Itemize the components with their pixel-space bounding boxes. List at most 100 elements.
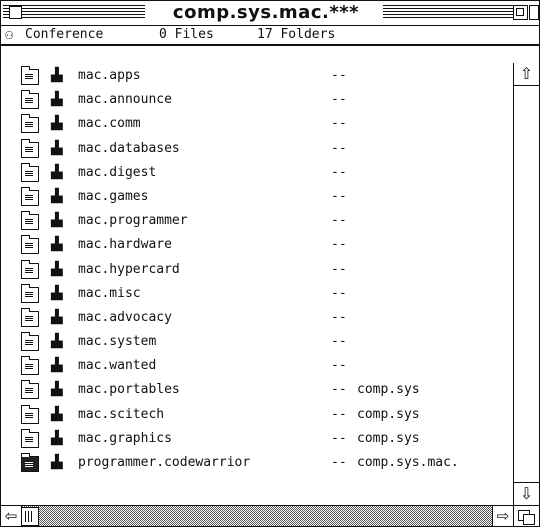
- item-name: mac.portables: [78, 382, 180, 398]
- item-name: mac.hypercard: [78, 261, 180, 277]
- folder-icon: [21, 66, 39, 85]
- grabber-icon: ▟▖: [51, 188, 67, 204]
- list-item[interactable]: ▟▖ mac.programmer --: [1, 209, 513, 233]
- item-name: mac.advocacy: [78, 309, 172, 325]
- title-stripes-left: [3, 5, 145, 20]
- close-box[interactable]: [9, 6, 22, 19]
- folder-icon: [21, 114, 39, 134]
- folder-icon: [21, 186, 39, 206]
- title-bar[interactable]: comp.sys.mac.***: [1, 1, 539, 26]
- item-name: mac.system: [78, 334, 157, 350]
- window-title: comp.sys.mac.***: [153, 2, 379, 24]
- item-name: mac.wanted: [78, 358, 157, 374]
- item-group: comp.sys: [357, 430, 420, 446]
- list-item[interactable]: ▟▖ mac.games --: [1, 185, 513, 209]
- item-name: mac.programmer: [78, 213, 188, 229]
- grabber-icon: ▟▖: [51, 164, 67, 180]
- list-item[interactable]: ▟▖ mac.digest --: [1, 161, 513, 185]
- scroll-thumb[interactable]: [21, 507, 39, 526]
- item-status: --: [331, 213, 347, 229]
- item-status: --: [331, 430, 347, 446]
- grabber-icon: ▟▖: [51, 309, 67, 325]
- folder-icon: [21, 138, 39, 158]
- item-name: mac.announce: [78, 92, 172, 108]
- grabber-icon: ▟▖: [51, 430, 67, 446]
- grabber-icon: ▟▖: [51, 406, 67, 422]
- item-name: mac.scitech: [78, 406, 165, 422]
- folder-icon: [21, 356, 39, 376]
- folder-icon: [21, 380, 39, 400]
- grabber-icon: ▟▖: [51, 68, 67, 83]
- item-status: --: [331, 164, 347, 180]
- grabber-icon: ▟▖: [51, 455, 67, 470]
- folder-icon: [21, 259, 39, 279]
- grabber-icon: ▟▖: [51, 285, 67, 301]
- item-status: --: [331, 237, 347, 253]
- list-item[interactable]: ▟▖ mac.advocacy --: [1, 306, 513, 330]
- item-name: mac.games: [78, 188, 149, 204]
- horizontal-scrollbar[interactable]: ⇦ ⇨: [1, 505, 513, 526]
- list-item[interactable]: ▟▖ mac.wanted --: [1, 354, 513, 378]
- list-item[interactable]: ▟▖ mac.apps --: [1, 64, 513, 88]
- item-status: --: [331, 309, 347, 325]
- item-name: mac.hardware: [78, 237, 172, 253]
- vertical-scrollbar[interactable]: ⇧ ⇩: [513, 63, 539, 505]
- item-status: --: [331, 382, 347, 398]
- folders-count: 17 Folders: [257, 27, 336, 42]
- folder-icon: [21, 283, 39, 303]
- scroll-right-arrow-icon[interactable]: ⇨: [492, 506, 513, 526]
- grabber-icon: ▟▖: [51, 358, 67, 374]
- window-type-label: Conference: [25, 27, 104, 42]
- folder-icon: [21, 90, 39, 110]
- grabber-icon: ▟▖: [51, 140, 67, 156]
- scroll-left-arrow-icon[interactable]: ⇦: [1, 506, 22, 526]
- item-name: mac.comm: [78, 116, 141, 132]
- list-item[interactable]: ▟▖ mac.misc --: [1, 282, 513, 306]
- folder-icon: [21, 235, 39, 255]
- list-item[interactable]: ▟▖ mac.hardware --: [1, 233, 513, 257]
- list-item[interactable]: ▟▖ programmer.codewarrior -- comp.sys.ma…: [1, 451, 513, 475]
- grabber-icon: ▟▖: [51, 382, 67, 398]
- grabber-icon: ▟▖: [51, 92, 67, 108]
- item-status: --: [331, 68, 347, 83]
- resize-grow-box[interactable]: [513, 505, 539, 526]
- conference-icon: ⚇: [5, 27, 14, 43]
- item-group: comp.sys.mac.: [357, 455, 459, 470]
- item-name: mac.graphics: [78, 430, 172, 446]
- item-status: --: [331, 116, 347, 132]
- list-item[interactable]: ▟▖ mac.comm --: [1, 112, 513, 136]
- folder-icon: [21, 211, 39, 231]
- grabber-icon: ▟▖: [51, 261, 67, 277]
- folder-list: ▟▖ mac.apps -- ▟▖ mac.announce -- ▟▖ mac…: [1, 64, 513, 475]
- list-item[interactable]: ▟▖ mac.databases --: [1, 137, 513, 161]
- item-status: --: [331, 455, 347, 470]
- list-item[interactable]: ▟▖ mac.portables -- comp.sys: [1, 378, 513, 402]
- list-item[interactable]: ▟▖ mac.hypercard --: [1, 258, 513, 282]
- item-status: --: [331, 285, 347, 301]
- list-item[interactable]: ▟▖ mac.scitech -- comp.sys: [1, 403, 513, 427]
- folder-icon: [21, 162, 39, 182]
- folder-icon: [21, 332, 39, 352]
- list-item[interactable]: ▟▖ mac.announce --: [1, 88, 513, 112]
- files-count: 0 Files: [159, 27, 214, 42]
- list-item[interactable]: ▟▖ mac.system --: [1, 330, 513, 354]
- item-group: comp.sys: [357, 406, 420, 422]
- item-status: --: [331, 92, 347, 108]
- finder-window: comp.sys.mac.*** ⚇ Conference 0 Files 17…: [0, 0, 540, 527]
- grabber-icon: ▟▖: [51, 213, 67, 229]
- info-bar: ⚇ Conference 0 Files 17 Folders: [1, 26, 539, 46]
- item-status: --: [331, 406, 347, 422]
- item-name: mac.misc: [78, 285, 141, 301]
- zoom-box[interactable]: [513, 5, 528, 20]
- scroll-down-arrow-icon[interactable]: ⇩: [514, 482, 539, 505]
- collapse-box[interactable]: [529, 5, 539, 20]
- item-name: mac.digest: [78, 164, 157, 180]
- folder-icon: [21, 453, 39, 472]
- item-status: --: [331, 358, 347, 374]
- list-item[interactable]: ▟▖ mac.graphics -- comp.sys: [1, 427, 513, 451]
- folder-icon: [21, 428, 39, 448]
- grabber-icon: ▟▖: [51, 334, 67, 350]
- item-status: --: [331, 334, 347, 350]
- title-stripes-right: [383, 5, 513, 20]
- scroll-up-arrow-icon[interactable]: ⇧: [514, 63, 539, 86]
